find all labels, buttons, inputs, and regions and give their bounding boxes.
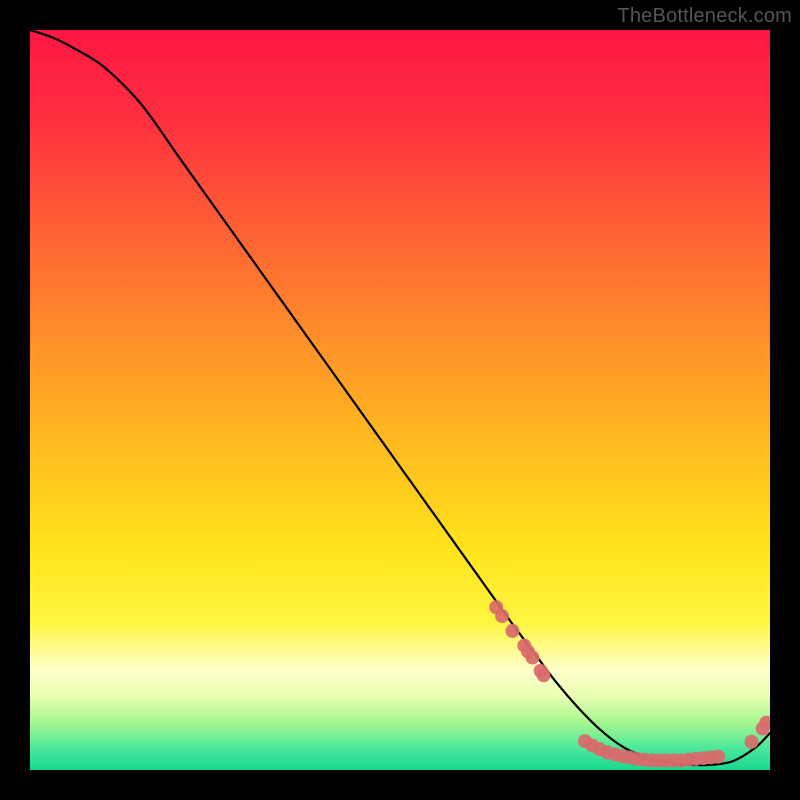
chart-container: TheBottleneck.com [0, 0, 800, 800]
scatter-point [537, 668, 551, 682]
plot-area [30, 30, 770, 770]
scatter-point [711, 750, 725, 764]
scatter-point [525, 651, 539, 665]
scatter-point [495, 609, 509, 623]
gradient-background [30, 30, 770, 770]
scatter-point [505, 624, 519, 638]
scatter-point [745, 735, 759, 749]
watermark-text: TheBottleneck.com [617, 5, 792, 28]
chart-svg [30, 30, 770, 770]
